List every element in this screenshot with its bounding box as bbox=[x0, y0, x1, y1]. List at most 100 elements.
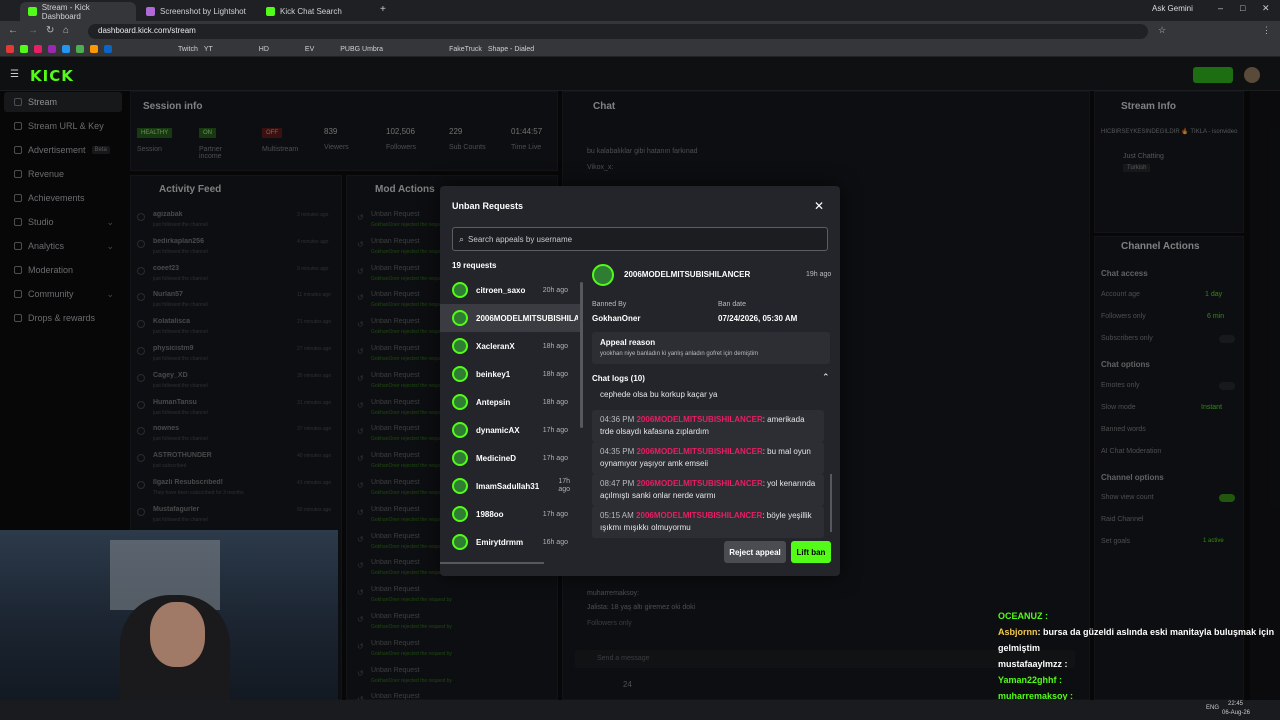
user-name: Emirytdrmm bbox=[476, 537, 524, 547]
banned-by-value: GokhanOner bbox=[592, 314, 641, 323]
address-bar-row: ← → ↻ ⌂ dashboard.kick.com/stream ☆ ⋮ bbox=[0, 21, 1280, 42]
user-list-item[interactable]: 2006MODELMITSUBISHILANCER bbox=[440, 304, 582, 332]
bookmark-faketruck[interactable]: FakeTruck bbox=[449, 46, 482, 53]
bookmark-hd[interactable]: HD bbox=[259, 46, 269, 53]
log-time: 04:36 PM bbox=[600, 415, 635, 424]
user-name: citroen_saxo bbox=[476, 285, 526, 295]
chat-log-entry: 04:36 PM 2006MODELMITSUBISHILANCER: amer… bbox=[592, 410, 824, 442]
home-icon[interactable]: ⌂ bbox=[63, 25, 69, 36]
tab-label: Stream - Kick Dashboard bbox=[41, 2, 90, 21]
bookmark-icon[interactable] bbox=[76, 45, 84, 53]
user-age: 17h ago bbox=[542, 454, 568, 462]
chat-log-entry: 08:47 PM 2006MODELMITSUBISHILANCER: yol … bbox=[592, 474, 824, 506]
new-tab-icon[interactable]: + bbox=[380, 4, 386, 15]
tab-lightshot[interactable]: Screenshot by Lightshot bbox=[138, 2, 258, 21]
ask-gemini-button[interactable]: Ask Gemini bbox=[1152, 4, 1193, 13]
appeal-reason-box: Appeal reason yookhan niye banladın ki y… bbox=[592, 332, 830, 364]
user-list-item[interactable]: 1988oo 17h ago bbox=[440, 500, 582, 528]
lift-ban-button[interactable]: Lift ban bbox=[791, 541, 831, 563]
overlay-chat-line: Yaman22ghhf : bbox=[998, 672, 1280, 688]
kick-header: ☰ KICK bbox=[0, 57, 1280, 91]
tab-label: Kick Chat Search bbox=[280, 7, 342, 16]
avatar bbox=[592, 264, 614, 286]
user-list-item[interactable]: Emirytdrmm 16h ago bbox=[440, 528, 582, 556]
bookmark-icon[interactable] bbox=[62, 45, 70, 53]
close-window-icon[interactable]: ✕ bbox=[1262, 3, 1270, 14]
kick-logo[interactable]: KICK bbox=[30, 67, 74, 85]
taskbar: ENG 22:45 06-Aug-26 bbox=[0, 700, 1280, 720]
bookmark-star-icon[interactable]: ☆ bbox=[1158, 25, 1166, 36]
horizontal-scrollbar[interactable] bbox=[440, 562, 544, 564]
log-time: 04:35 PM bbox=[600, 447, 635, 456]
avatar bbox=[452, 450, 468, 466]
user-age: 17h ago bbox=[542, 510, 568, 518]
log-text: cephede olsa bu korkup kaçar ya bbox=[600, 390, 718, 399]
bookmark-icon[interactable] bbox=[34, 45, 42, 53]
maximize-icon[interactable]: □ bbox=[1240, 3, 1245, 13]
bookmark-pubg[interactable]: PUBG Umbra bbox=[340, 46, 383, 53]
forward-icon[interactable]: → bbox=[28, 25, 38, 36]
reload-icon[interactable]: ↻ bbox=[46, 25, 54, 36]
avatar bbox=[452, 338, 468, 354]
chat-log-entry: cephede olsa bu korkup kaçar ya bbox=[592, 389, 824, 405]
avatar bbox=[452, 478, 468, 494]
chat-log-entry: 05:15 AM 2006MODELMITSUBISHILANCER: böyl… bbox=[592, 506, 824, 538]
overlay-chat-text: : bursa da güzeldi aslında eski manitayl… bbox=[998, 627, 1275, 653]
user-list-item[interactable]: citroen_saxo 20h ago bbox=[440, 276, 582, 304]
taskbar-time[interactable]: 22:45 bbox=[1228, 701, 1243, 707]
user-list-item[interactable]: Antepsin 18h ago bbox=[440, 388, 582, 416]
ban-date-label: Ban date bbox=[718, 301, 747, 308]
kick-favicon-icon bbox=[28, 7, 37, 16]
user-list-item[interactable]: MedicineD 17h ago bbox=[440, 444, 582, 472]
user-list-scrollbar[interactable] bbox=[580, 282, 583, 428]
bookmark-icon[interactable] bbox=[6, 45, 14, 53]
appeal-reason-label: Appeal reason bbox=[600, 338, 656, 347]
taskbar-date[interactable]: 06-Aug-26 bbox=[1222, 710, 1250, 716]
bookmark-icon[interactable] bbox=[20, 45, 28, 53]
bookmark-ev[interactable]: EV bbox=[305, 46, 314, 53]
user-age: 17h ago bbox=[558, 478, 570, 493]
bookmark-icon[interactable] bbox=[48, 45, 56, 53]
overlay-chat-line: Asbjornn: bursa da güzeldi aslında eski … bbox=[998, 624, 1280, 656]
taskbar-lang[interactable]: ENG bbox=[1206, 705, 1219, 711]
go-live-button[interactable] bbox=[1193, 67, 1233, 83]
minimize-icon[interactable]: – bbox=[1218, 3, 1223, 13]
chevron-up-icon[interactable]: ⌃ bbox=[822, 372, 830, 383]
close-icon[interactable]: ✕ bbox=[814, 199, 824, 213]
tab-kick-chat-search[interactable]: Kick Chat Search bbox=[258, 2, 374, 21]
chat-logs-toggle[interactable]: Chat logs (10) bbox=[592, 374, 645, 383]
bookmark-shape[interactable]: Shape - Dialed bbox=[488, 46, 534, 53]
overlay-chat-line: OCEANUZ : bbox=[998, 608, 1280, 624]
bookmark-yt[interactable]: YT bbox=[204, 46, 213, 53]
user-age: 18h ago bbox=[542, 398, 568, 406]
hamburger-menu-icon[interactable]: ☰ bbox=[10, 69, 19, 80]
user-name: MedicineD bbox=[476, 453, 517, 463]
user-list-item[interactable]: beinkey1 18h ago bbox=[440, 360, 582, 388]
log-username: 2006MODELMITSUBISHILANCER bbox=[636, 479, 763, 488]
user-age: 18h ago bbox=[542, 370, 568, 378]
user-name: ImamSadullah31 bbox=[476, 481, 540, 491]
appeal-reason-text: yookhan niye banladın ki yanlış anladın … bbox=[600, 351, 759, 357]
overlay-chat-line: mustafaaylmzz : bbox=[998, 656, 1280, 672]
logs-scrollbar[interactable] bbox=[830, 474, 832, 532]
reject-appeal-button[interactable]: Reject appeal bbox=[724, 541, 786, 563]
user-list-item[interactable]: XacleranX 18h ago bbox=[440, 332, 582, 360]
user-age: 20h ago bbox=[542, 286, 568, 294]
bookmarks-bar: Twitch YT HD EV PUBG Umbra FakeTruck Sha… bbox=[0, 42, 1280, 57]
bookmark-icon[interactable] bbox=[90, 45, 98, 53]
tab-kick-dashboard[interactable]: Stream - Kick Dashboard bbox=[20, 2, 136, 21]
kick-favicon-icon bbox=[266, 7, 275, 16]
modal-title: Unban Requests bbox=[452, 201, 524, 211]
search-icon: ⌕ bbox=[459, 233, 465, 244]
log-username: 2006MODELMITSUBISHILANCER bbox=[636, 511, 763, 520]
user-list-item[interactable]: ImamSadullah31 17h ago bbox=[440, 472, 582, 500]
bookmark-icon[interactable] bbox=[104, 45, 112, 53]
url-input[interactable]: dashboard.kick.com/stream bbox=[88, 24, 1148, 39]
search-input[interactable]: ⌕ Search appeals by username bbox=[452, 227, 828, 251]
overlay-chat-name: Asbjornn bbox=[998, 627, 1038, 637]
back-icon[interactable]: ← bbox=[8, 25, 18, 36]
bookmark-twitch[interactable]: Twitch bbox=[178, 46, 198, 53]
menu-dots-icon[interactable]: ⋮ bbox=[1262, 25, 1271, 36]
user-list-item[interactable]: dynamicAX 17h ago bbox=[440, 416, 582, 444]
avatar[interactable] bbox=[1244, 67, 1260, 83]
